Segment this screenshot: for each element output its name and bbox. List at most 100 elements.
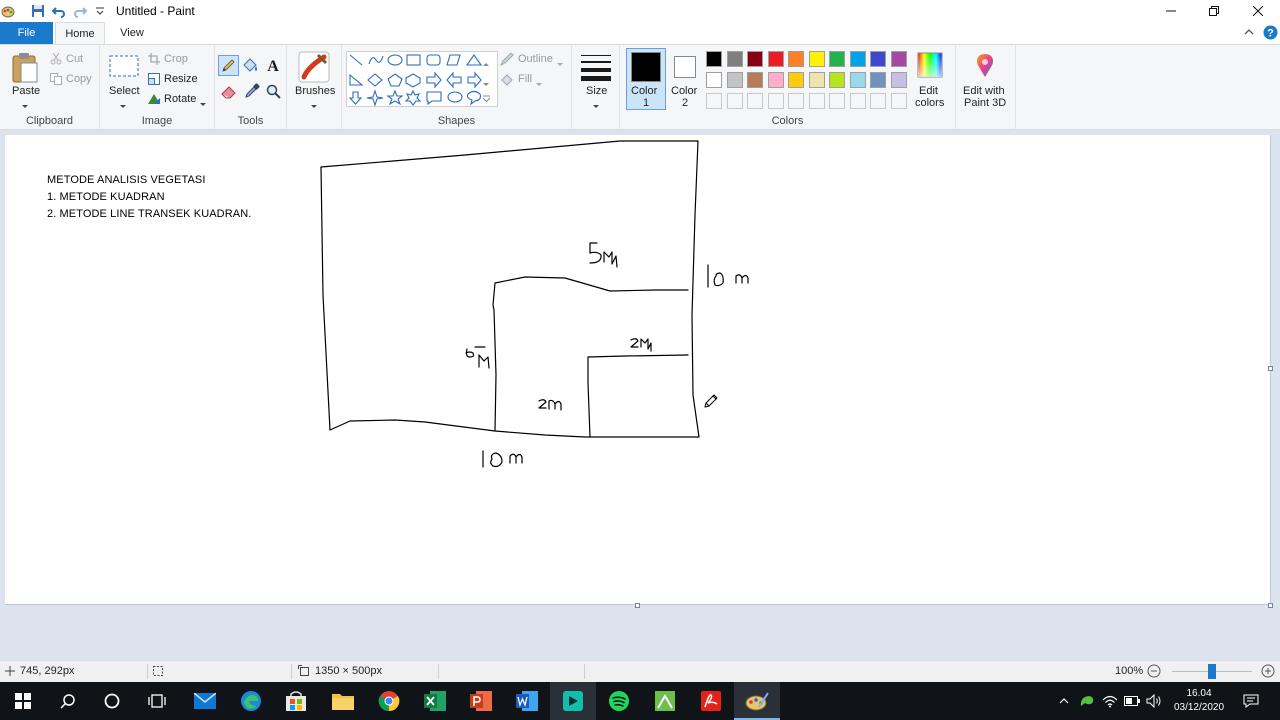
palette-custom-slot[interactable]	[767, 93, 784, 109]
palette-color-swatch[interactable]	[849, 51, 866, 67]
palette-color-swatch[interactable]	[726, 51, 743, 67]
palette-custom-slot[interactable]	[706, 93, 722, 109]
word-icon[interactable]	[504, 682, 550, 720]
eraser-icon[interactable]	[220, 83, 238, 102]
paint-app-icon[interactable]	[0, 3, 16, 19]
save-icon[interactable]	[30, 3, 46, 19]
pencil-tool[interactable]	[218, 55, 239, 76]
zoom-slider-thumb[interactable]	[1208, 664, 1216, 679]
edge-icon[interactable]	[228, 682, 274, 720]
palette-color-swatch[interactable]	[788, 51, 804, 67]
spotify-icon[interactable]	[596, 682, 642, 720]
palette-custom-slot[interactable]	[726, 93, 743, 109]
customize-quick-access-icon[interactable]	[92, 3, 108, 19]
fill-bucket-icon[interactable]	[241, 56, 260, 78]
select-icon[interactable]	[109, 55, 139, 80]
greenshot-icon[interactable]	[642, 682, 688, 720]
paint3d-icon[interactable]	[974, 53, 996, 82]
paint-taskbar-icon[interactable]	[734, 682, 780, 720]
color2-label[interactable]: Color	[671, 85, 697, 97]
palette-color-swatch[interactable]	[767, 72, 784, 88]
brushes-button[interactable]: Brushes	[295, 85, 335, 97]
volume-icon[interactable]	[1144, 682, 1164, 720]
palette-color-swatch[interactable]	[706, 51, 722, 67]
cut-button[interactable]: Cut	[66, 53, 83, 65]
select-dropdown-icon[interactable]	[120, 100, 126, 112]
canvas-resize-handle-corner[interactable]	[1268, 603, 1273, 608]
palette-color-swatch[interactable]	[829, 51, 845, 67]
edit-colors-line2[interactable]: colors	[915, 97, 944, 109]
powerpoint-icon[interactable]	[458, 682, 504, 720]
palette-color-swatch[interactable]	[808, 72, 825, 88]
canvas-resize-handle-right[interactable]	[1268, 366, 1273, 371]
task-view-icon[interactable]	[134, 682, 180, 720]
rotate-button[interactable]: Rotate	[164, 93, 196, 105]
undo-icon[interactable]	[51, 3, 67, 19]
shapes-scroll-up-icon[interactable]	[483, 57, 489, 69]
minimize-button[interactable]	[1149, 0, 1193, 22]
resize-button[interactable]: Resize	[164, 73, 198, 85]
shapes-gallery[interactable]	[346, 51, 498, 107]
clock[interactable]: 16.04 03/12/2020	[1166, 682, 1232, 720]
crop-button[interactable]: Crop	[164, 53, 188, 65]
palette-color-swatch[interactable]	[808, 51, 825, 67]
palette-color-swatch[interactable]	[747, 72, 763, 88]
tab-file[interactable]: File	[0, 22, 53, 44]
pdf-reader-icon[interactable]	[688, 682, 734, 720]
size-icon[interactable]	[581, 53, 611, 84]
size-button[interactable]: Size	[586, 85, 607, 97]
close-button[interactable]	[1236, 0, 1280, 22]
palette-color-swatch[interactable]	[726, 72, 743, 88]
color-picker-icon[interactable]	[244, 83, 260, 102]
magnifier-icon[interactable]	[266, 84, 281, 102]
palette-color-swatch[interactable]	[788, 72, 804, 88]
palette-color-swatch[interactable]	[706, 72, 722, 88]
color2-swatch[interactable]	[674, 56, 696, 78]
store-icon[interactable]	[273, 682, 319, 720]
rotate-dropdown-icon[interactable]	[200, 98, 206, 110]
battery-icon[interactable]	[1122, 682, 1142, 720]
palette-custom-slot[interactable]	[808, 93, 825, 109]
text-tool-icon[interactable]: A	[265, 57, 281, 77]
paste-button[interactable]: Paste	[12, 85, 40, 97]
paint3d-line2[interactable]: Paint 3D	[964, 97, 1006, 109]
mail-icon[interactable]	[182, 682, 228, 720]
palette-color-swatch[interactable]	[767, 51, 784, 67]
drawing-canvas[interactable]: METODE ANALISIS VEGETASI 1. METODE KUADR…	[5, 135, 1271, 605]
tab-home[interactable]: Home	[55, 22, 105, 44]
search-icon[interactable]	[45, 682, 91, 720]
paint3d-line1[interactable]: Edit with	[963, 85, 1005, 97]
palette-color-swatch[interactable]	[747, 51, 763, 67]
tab-view[interactable]: View	[109, 22, 155, 44]
cortana-icon[interactable]	[89, 682, 135, 720]
palette-color-swatch[interactable]	[890, 72, 907, 88]
shapes-scroll-down-icon[interactable]	[483, 78, 489, 90]
file-explorer-icon[interactable]	[320, 682, 366, 720]
fill-button[interactable]: Fill	[518, 73, 532, 85]
notifications-icon[interactable]	[1238, 682, 1264, 720]
edit-colors-line1[interactable]: Edit	[919, 85, 938, 97]
outline-button[interactable]: Outline	[518, 53, 553, 65]
palette-custom-slot[interactable]	[870, 93, 886, 109]
palette-custom-slot[interactable]	[890, 93, 907, 109]
size-dropdown-icon[interactable]	[593, 100, 599, 112]
shapes-expand-icon[interactable]	[482, 93, 491, 105]
palette-custom-slot[interactable]	[829, 93, 845, 109]
select-button[interactable]: Select	[109, 85, 140, 97]
palette-color-swatch[interactable]	[890, 51, 907, 67]
paste-icon[interactable]	[11, 52, 39, 87]
palette-color-swatch[interactable]	[870, 51, 886, 67]
chrome-icon[interactable]	[366, 682, 412, 720]
show-hidden-icons[interactable]	[1055, 682, 1073, 720]
brushes-icon[interactable]	[298, 51, 330, 86]
restore-button[interactable]	[1192, 0, 1236, 22]
filmora-icon[interactable]	[550, 682, 596, 720]
palette-custom-slot[interactable]	[747, 93, 763, 109]
start-button[interactable]	[0, 682, 46, 720]
fill-dropdown-icon[interactable]	[536, 78, 542, 90]
outline-dropdown-icon[interactable]	[557, 58, 563, 70]
edit-colors-icon[interactable]	[917, 52, 943, 81]
collapse-ribbon-icon[interactable]	[1244, 27, 1254, 39]
canvas-resize-handle-bottom[interactable]	[635, 603, 640, 608]
palette-custom-slot[interactable]	[788, 93, 804, 109]
